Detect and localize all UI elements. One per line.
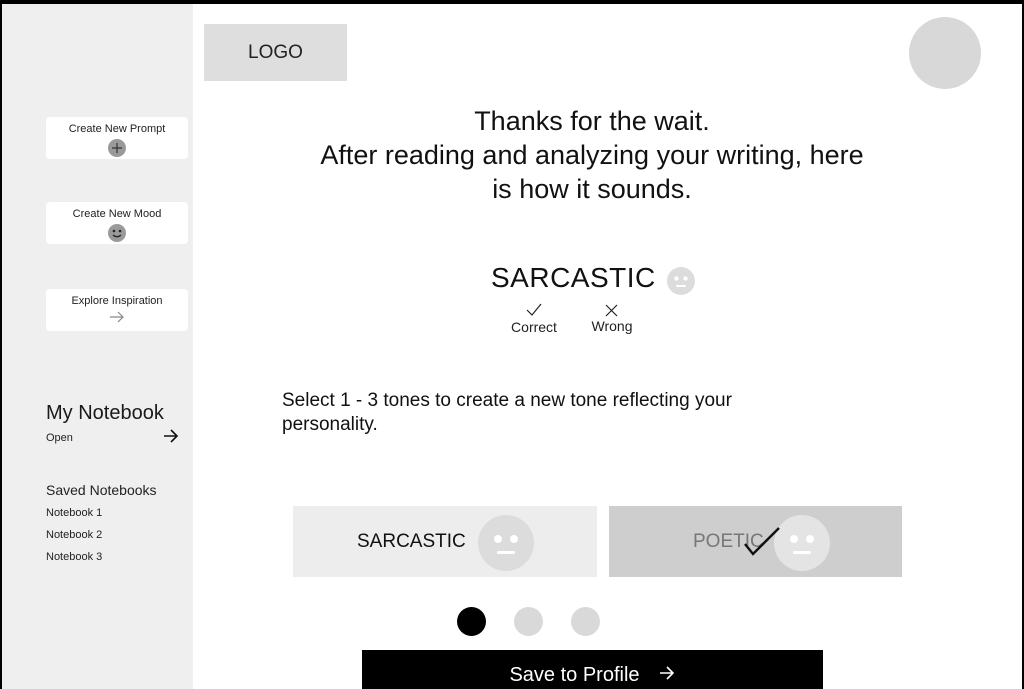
headline-line: Thanks for the wait. — [474, 106, 710, 136]
notebook-open-link[interactable]: Open — [46, 432, 73, 444]
tone-tile-poetic[interactable]: POETIC — [609, 506, 902, 577]
tone-instruction: Select 1 - 3 tones to create a new tone … — [282, 389, 842, 437]
create-new-mood-label: Create New Mood — [72, 208, 162, 220]
smiley-face-icon — [108, 224, 126, 242]
tone-tile-label: SARCASTIC — [357, 531, 466, 552]
instruction-line: personality. — [282, 414, 378, 435]
page-dot[interactable] — [571, 607, 600, 636]
saved-notebook-item[interactable]: Notebook 3 — [46, 551, 102, 563]
saved-notebooks-title: Saved Notebooks — [46, 482, 157, 498]
sidebar: Create New Prompt Create New Mood Explor… — [2, 4, 193, 689]
saved-notebook-item[interactable]: Notebook 1 — [46, 507, 102, 519]
saved-notebook-item[interactable]: Notebook 2 — [46, 529, 102, 541]
arrow-right-icon — [659, 666, 674, 680]
create-new-prompt-button[interactable]: Create New Prompt — [46, 117, 188, 159]
detected-tone-name: SARCASTIC — [491, 262, 656, 293]
correct-button[interactable]: Correct — [507, 301, 561, 335]
wrong-button[interactable]: Wrong — [587, 302, 637, 334]
avatar[interactable] — [909, 17, 981, 89]
plus-circle-icon — [108, 139, 126, 157]
logo[interactable]: LOGO — [204, 24, 347, 81]
my-notebook-title: My Notebook — [46, 402, 164, 424]
neutral-face-icon — [667, 267, 695, 295]
save-to-profile-button[interactable]: Save to Profile — [362, 650, 823, 689]
headline-line: After reading and analyzing your writing… — [320, 140, 864, 170]
neutral-face-icon — [478, 515, 534, 571]
result-headline: Thanks for the wait. After reading and a… — [264, 104, 920, 206]
arrow-right-icon[interactable] — [162, 428, 180, 444]
page-dot[interactable] — [514, 607, 543, 636]
correct-label: Correct — [511, 319, 557, 335]
create-new-mood-button[interactable]: Create New Mood — [46, 202, 188, 244]
save-button-label: Save to Profile — [509, 664, 640, 686]
explore-inspiration-label: Explore Inspiration — [71, 295, 163, 307]
headline-line: is how it sounds. — [492, 174, 692, 204]
arrow-right-icon — [110, 311, 124, 323]
checkmark-icon — [744, 527, 780, 556]
create-new-prompt-label: Create New Prompt — [68, 123, 166, 135]
wrong-label: Wrong — [591, 318, 633, 334]
page-dot-active[interactable] — [457, 607, 486, 636]
close-icon — [605, 304, 618, 317]
instruction-line: Select 1 - 3 tones to create a new tone … — [282, 390, 732, 411]
explore-inspiration-button[interactable]: Explore Inspiration — [46, 289, 188, 331]
checkmark-icon — [526, 303, 542, 316]
tone-tile-sarcastic[interactable]: SARCASTIC — [293, 506, 597, 577]
app-frame: Create New Prompt Create New Mood Explor… — [2, 4, 1022, 689]
